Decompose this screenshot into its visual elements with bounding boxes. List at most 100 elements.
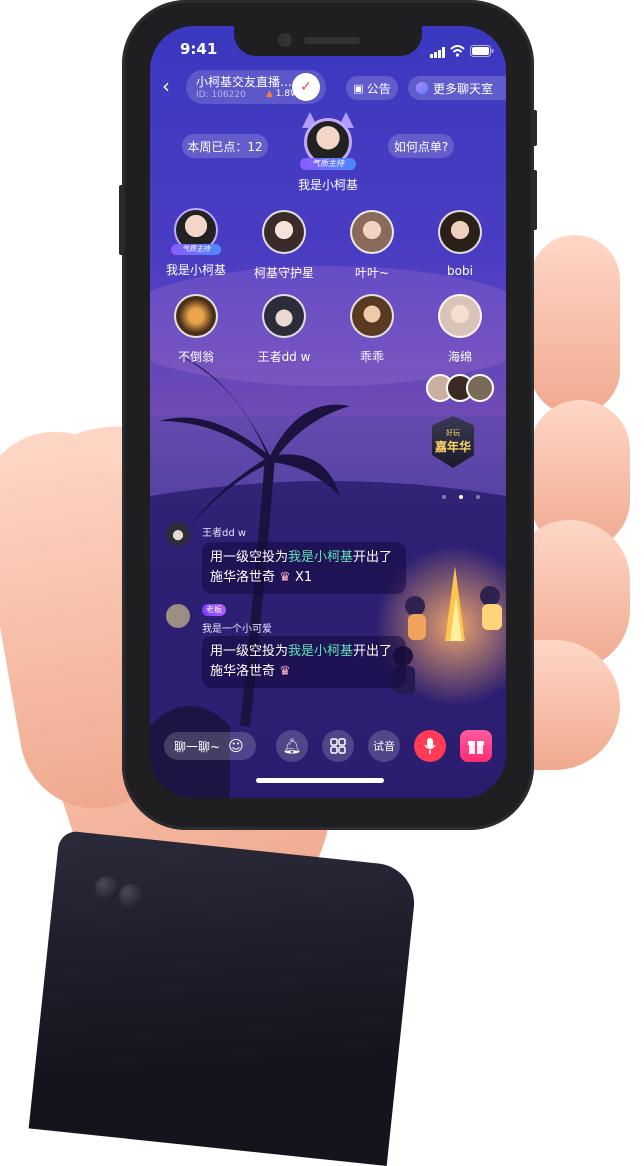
home-indicator bbox=[256, 778, 384, 783]
seat-name: 海绵 bbox=[447, 350, 472, 364]
room-title: 小柯基交友直播… bbox=[196, 75, 293, 89]
volume-button bbox=[119, 185, 124, 255]
carnival-banner[interactable]: 好玩 嘉年华 bbox=[428, 416, 478, 472]
microphone-icon bbox=[424, 738, 436, 754]
chat-line: 用一级空投为我是小柯基开出了 bbox=[210, 642, 398, 662]
follow-button[interactable]: ✓ bbox=[292, 73, 320, 101]
chat-sender: 王者dd w bbox=[202, 528, 247, 539]
seat-name: 叶叶~ bbox=[354, 266, 390, 280]
banner-page-dots bbox=[442, 484, 481, 503]
banner-line2: 嘉年华 bbox=[434, 440, 471, 454]
more-apps-button[interactable] bbox=[322, 730, 354, 762]
avatar bbox=[262, 210, 306, 254]
room-id-value: 106220 bbox=[211, 90, 246, 100]
room-id: ID: 106220 bbox=[196, 90, 246, 100]
chat-highlight: 我是小柯基 bbox=[288, 644, 354, 659]
mic-seat[interactable]: 乖乖 bbox=[332, 294, 412, 365]
chat-message: 用一级空投为我是小柯基开出了 施华洛世奇 ♛ bbox=[202, 636, 406, 688]
avatar bbox=[350, 210, 394, 254]
chat-text: 开出了 bbox=[353, 644, 393, 659]
microphone-button[interactable] bbox=[414, 730, 446, 762]
seat-name: bobi bbox=[447, 264, 473, 278]
suit-sleeve bbox=[28, 830, 419, 1166]
host-seat[interactable]: 气质主持 我是小柯基 bbox=[290, 112, 366, 193]
avatar bbox=[350, 294, 394, 338]
cuff-button bbox=[95, 876, 119, 900]
seat-name: 我是小柯基 bbox=[165, 263, 226, 277]
boss-badge: 老板 bbox=[202, 604, 226, 616]
gift-icon: ♛ bbox=[279, 570, 291, 585]
power-button bbox=[532, 170, 537, 230]
chat-sender: 我是一个小可爱 bbox=[202, 624, 272, 635]
room-id-label: ID: bbox=[196, 90, 209, 100]
avatar bbox=[466, 374, 494, 402]
chat-line: 施华洛世奇 ♛ bbox=[210, 662, 398, 682]
emoji-icon[interactable]: ☺ bbox=[228, 737, 244, 755]
app-screen: 9:41 ‹ 小柯基交友直播… ID: 106220 ▲ 1.8W ✓ ▣ 公告… bbox=[150, 26, 506, 798]
notice-button[interactable]: ▣ 公告 bbox=[346, 76, 398, 100]
seat-badge: 气质主持 bbox=[171, 244, 221, 255]
audience-avatars[interactable] bbox=[426, 374, 496, 404]
avatar bbox=[262, 294, 306, 338]
gift-count: X1 bbox=[294, 570, 313, 585]
how-to-order-label: 如何点单? bbox=[393, 139, 449, 154]
battery-icon bbox=[470, 42, 494, 61]
chat-input[interactable]: 聊一聊~ ☺ bbox=[164, 732, 256, 760]
host-badge: 气质主持 bbox=[300, 158, 356, 170]
wifi-icon bbox=[450, 42, 465, 61]
speaker-grille bbox=[304, 37, 360, 44]
mic-seat[interactable]: 气质主持 我是小柯基 bbox=[156, 208, 236, 278]
chat-text: 用一级空投为 bbox=[210, 550, 289, 565]
status-time: 9:41 bbox=[180, 40, 218, 58]
mic-seat[interactable]: 王者dd w bbox=[244, 294, 324, 365]
avatar bbox=[438, 294, 482, 338]
chat-line: 用一级空投为我是小柯基开出了 bbox=[210, 548, 398, 568]
mic-seat[interactable]: bobi bbox=[420, 210, 500, 278]
planet-icon bbox=[416, 82, 428, 94]
chat-text: 用一级空投为 bbox=[210, 644, 289, 659]
chat-message: 用一级空投为我是小柯基开出了 施华洛世奇 ♛ X1 bbox=[202, 542, 406, 594]
avatar bbox=[438, 210, 482, 254]
avatar[interactable] bbox=[166, 604, 190, 628]
notification-button[interactable]: 🔔︎ bbox=[276, 730, 308, 762]
grid-icon bbox=[330, 738, 346, 754]
seat-name: 王者dd w bbox=[257, 350, 311, 364]
avatar bbox=[174, 294, 218, 338]
chat-highlight: 我是小柯基 bbox=[288, 550, 354, 565]
chat-text: 施华洛世奇 bbox=[210, 664, 276, 679]
audition-label: 试音 bbox=[373, 740, 395, 753]
chat-line: 施华洛世奇 ♛ X1 bbox=[210, 568, 398, 588]
banner-line1: 好玩 bbox=[446, 429, 460, 437]
mic-seat[interactable]: 不倒翁 bbox=[156, 294, 236, 365]
chat-text: 开出了 bbox=[353, 550, 393, 565]
back-button[interactable]: ‹ bbox=[162, 74, 170, 98]
gift-button[interactable] bbox=[460, 730, 492, 762]
hand-finger-1 bbox=[530, 235, 620, 415]
mic-seat[interactable]: 柯基守护星 bbox=[244, 210, 324, 281]
seat-name: 不倒翁 bbox=[177, 350, 214, 364]
seat-name: 乖乖 bbox=[359, 350, 384, 364]
check-icon: ✓ bbox=[300, 79, 312, 95]
signal-icon bbox=[430, 43, 446, 62]
flame-icon: ▲ bbox=[266, 89, 273, 99]
cat-ear-frame-icon: 气质主持 bbox=[300, 112, 356, 170]
phone-notch bbox=[234, 26, 422, 56]
avatar[interactable] bbox=[166, 522, 190, 546]
chat-text: 施华洛世奇 bbox=[210, 570, 276, 585]
gift-icon: ♛ bbox=[279, 664, 291, 679]
mic-seat[interactable]: 叶叶~ bbox=[332, 210, 412, 281]
mic-seat[interactable]: 海绵 bbox=[420, 294, 500, 365]
notice-icon: ▣ bbox=[353, 81, 364, 95]
audition-button[interactable]: 试音 bbox=[368, 730, 400, 762]
boss-badge-label: 老板 bbox=[206, 605, 222, 614]
how-to-order-button[interactable]: 如何点单? bbox=[388, 134, 454, 158]
gift-box-icon bbox=[468, 741, 484, 754]
power-button bbox=[532, 110, 537, 146]
weekly-points-label: 本周已点：12 bbox=[187, 139, 263, 154]
more-rooms-button[interactable]: 更多聊天室 bbox=[408, 76, 506, 100]
chat-placeholder: 聊一聊~ bbox=[174, 739, 221, 754]
cuff-button bbox=[119, 884, 143, 908]
bell-icon: 🔔︎ bbox=[282, 737, 302, 755]
camera-icon bbox=[278, 33, 292, 47]
more-rooms-label: 更多聊天室 bbox=[433, 81, 494, 96]
